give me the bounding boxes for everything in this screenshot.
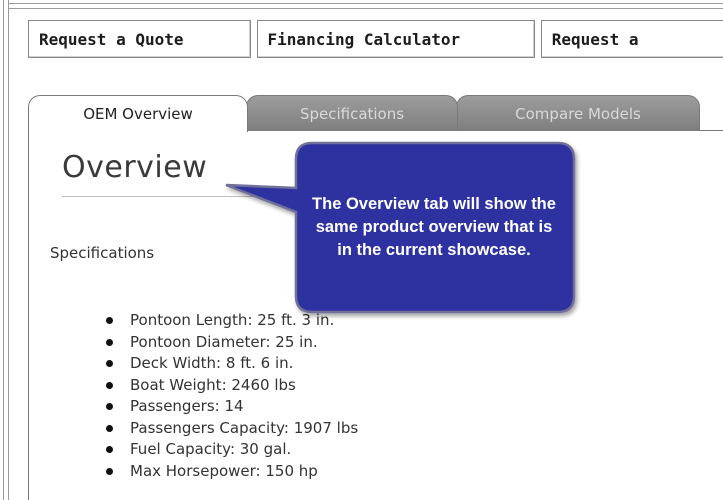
list-item: Pontoon Length: 25 ft. 3 in.	[105, 310, 358, 332]
overview-title: Overview	[62, 150, 208, 185]
request-quote-button[interactable]: Request a Quote	[28, 20, 251, 58]
tab-compare-models[interactable]: Compare Models	[456, 95, 700, 131]
list-item: Deck Width: 8 ft. 6 in.	[105, 353, 358, 375]
list-item: Pontoon Diameter: 25 in.	[105, 332, 358, 354]
list-item: Boat Weight: 2460 lbs	[105, 375, 358, 397]
tab-strip: OEM Overview Specifications Compare Mode…	[28, 95, 723, 132]
window-frame-left	[0, 0, 9, 500]
list-item: Fuel Capacity: 30 gal.	[105, 439, 358, 461]
list-item: Passengers Capacity: 1907 lbs	[105, 418, 358, 440]
window-frame-top	[9, 0, 723, 9]
tab-specifications[interactable]: Specifications	[246, 95, 458, 131]
callout-text: The Overview tab will show the same prod…	[312, 194, 556, 259]
list-item: Passengers: 14	[105, 396, 358, 418]
action-bar: Request a Quote Financing Calculator Req…	[28, 20, 723, 58]
tab-oem-overview[interactable]: OEM Overview	[28, 95, 248, 132]
specifications-heading: Specifications	[50, 244, 155, 262]
title-divider	[62, 196, 302, 197]
financing-calculator-button[interactable]: Financing Calculator	[256, 20, 535, 58]
request-more-button[interactable]: Request a	[540, 20, 723, 58]
list-item: Max Horsepower: 150 hp	[105, 461, 358, 483]
specifications-list: Pontoon Length: 25 ft. 3 in. Pontoon Dia…	[105, 310, 358, 483]
